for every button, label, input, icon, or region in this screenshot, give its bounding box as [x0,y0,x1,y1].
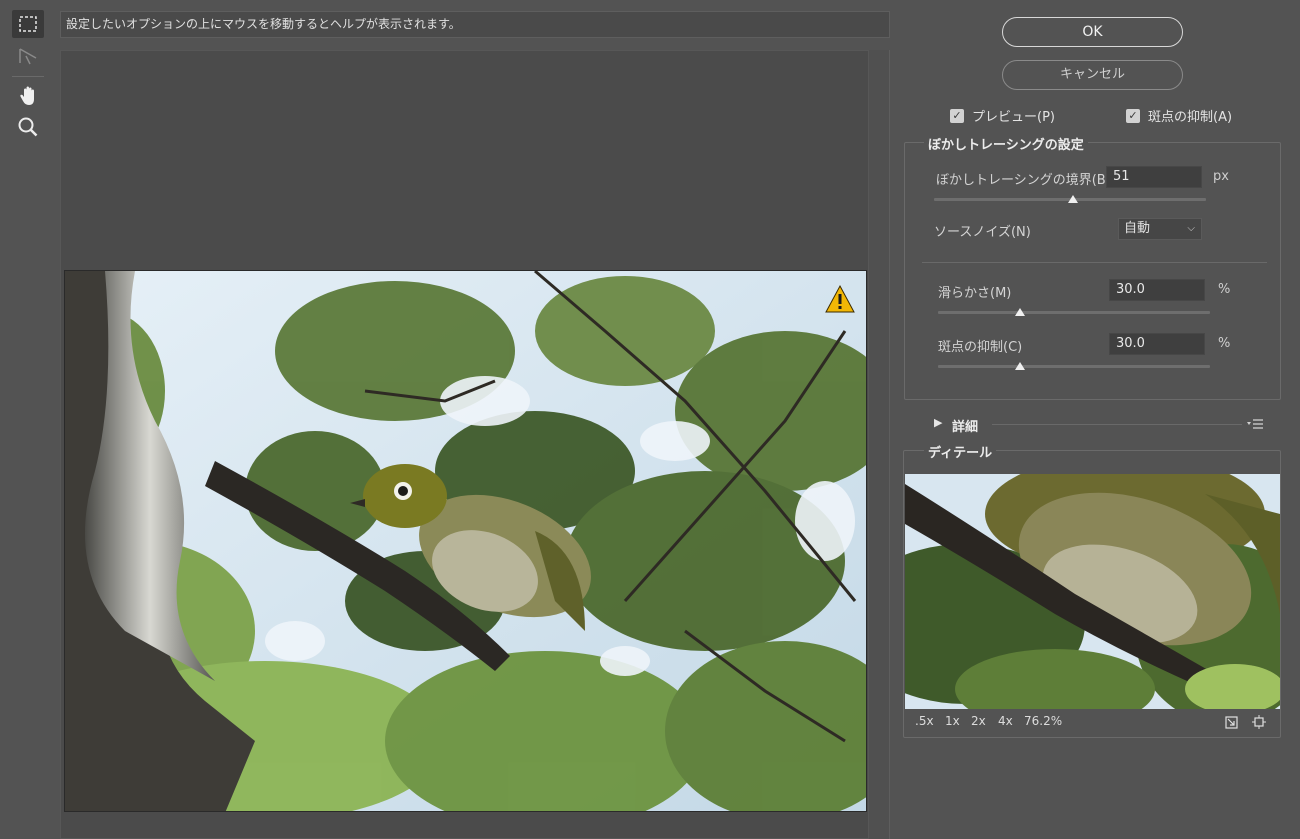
load-icon[interactable] [1225,716,1238,729]
speckle-input[interactable]: 30.0 [1109,333,1205,355]
zoom-2x-button[interactable]: 2x [971,714,986,728]
speckle-label: 斑点の抑制(C) [938,340,1023,355]
zoom-half-button[interactable]: .5x [915,714,934,728]
zoom-value: 76.2% [1024,714,1063,728]
detail-bird-closeup [905,474,1280,709]
marquee-icon [19,16,37,32]
zoom-icon [18,117,38,137]
preview-checkbox-label: プレビュー(P) [972,110,1055,125]
hand-icon [20,86,34,105]
zoom-1x-button[interactable]: 1x [945,714,960,728]
smoothness-slider-track[interactable] [938,311,1210,314]
group-divider [922,262,1267,263]
bird-photo [65,271,866,811]
speckle-slider-track[interactable] [938,365,1210,368]
detail-title: ディテール [924,442,997,461]
advanced-divider [992,424,1242,425]
preview-checkbox-row[interactable]: ✓ プレビュー(P) [950,106,1055,125]
cancel-button[interactable]: キャンセル [1002,60,1183,90]
boundary-input[interactable]: 51 [1106,166,1202,188]
preview-checkbox[interactable]: ✓ [950,108,964,123]
zoom-4x-button[interactable]: 4x [998,714,1013,728]
tool-strip [0,0,56,839]
source-noise-label: ソースノイズ(N) [934,225,1031,240]
speckle-unit: % [1218,336,1231,351]
tool-separator [12,76,44,77]
detail-preview[interactable] [905,474,1280,709]
hand-tool[interactable] [12,82,44,110]
blur-tracing-title: ぼかしトレーシングの設定 [924,134,1088,153]
zoom-tool[interactable] [12,113,44,141]
boundary-slider-thumb[interactable] [1067,195,1078,203]
boundary-label: ぼかしトレーシングの境界(B) [936,173,1111,188]
smoothness-slider-thumb[interactable] [1014,308,1025,316]
path-select-icon [19,48,37,65]
chevron-down-icon: ⌵ [1187,223,1195,234]
expand-triangle-icon[interactable]: ▶ [934,416,942,429]
speckle-checkbox-row[interactable]: ✓ 斑点の抑制(A) [1126,106,1232,125]
boundary-unit: px [1213,169,1229,184]
speckle-checkbox-label: 斑点の抑制(A) [1148,110,1233,125]
path-select-tool[interactable] [12,42,44,70]
marquee-tool[interactable] [12,10,44,38]
speckle-checkbox[interactable]: ✓ [1126,108,1140,123]
ok-button[interactable]: OK [1002,17,1183,47]
panel-menu-icon[interactable] [1246,418,1264,430]
warning-icon[interactable] [824,284,856,314]
source-noise-select[interactable]: 自動 ⌵ [1118,218,1202,240]
fit-icon[interactable] [1252,715,1266,729]
speckle-slider-thumb[interactable] [1014,362,1025,370]
help-text-bar: 設定したいオプションの上にマウスを移動するとヘルプが表示されます。 [60,11,890,38]
source-noise-value: 自動 [1124,221,1151,236]
smoothness-input[interactable]: 30.0 [1109,279,1205,301]
advanced-label[interactable]: 詳細 [952,416,978,435]
smoothness-label: 滑らかさ(M) [938,286,1012,301]
preview-scroll-strip [869,50,890,839]
smoothness-unit: % [1218,282,1231,297]
preview-image[interactable] [64,270,867,812]
